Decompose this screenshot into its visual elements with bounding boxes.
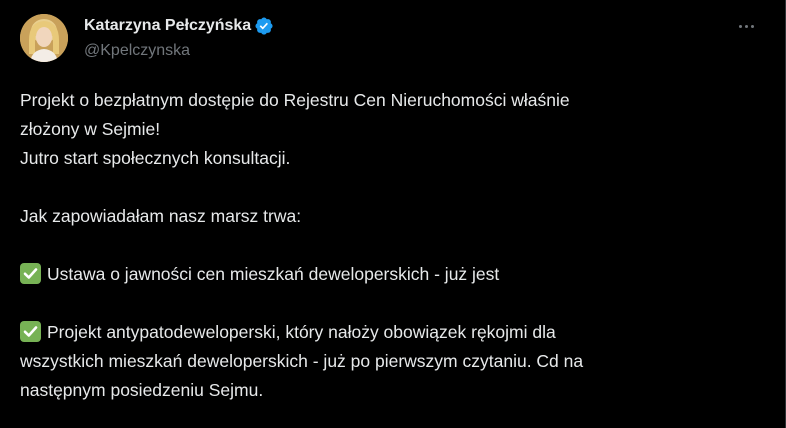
more-options-button[interactable]: [732, 14, 760, 38]
tweet-line: Jutro start społecznych konsultacji.: [20, 148, 291, 168]
checklist-item: Projekt antypatodeweloperski, który nało…: [20, 318, 760, 347]
tweet-line: następnym posiedzeniu Sejmu.: [20, 380, 264, 400]
tweet-text: Projekt o bezpłatnym dostępie do Rejestr…: [20, 86, 760, 405]
tweet-line: złożony w Sejmie!: [20, 119, 161, 139]
more-horizontal-icon: [738, 24, 742, 28]
more-horizontal-icon: [744, 24, 748, 28]
author-display-name[interactable]: Katarzyna Pełczyńska: [84, 17, 251, 35]
check-mark-icon: [20, 321, 41, 342]
checklist-item-text: Ustawa o jawności cen mieszkań deweloper…: [47, 264, 500, 284]
check-mark-icon: [20, 263, 41, 284]
tweet-line: Jak zapowiadałam nasz marsz trwa:: [20, 206, 302, 226]
checklist-item: Ustawa o jawności cen mieszkań deweloper…: [20, 260, 760, 289]
verified-badge-icon: [254, 16, 274, 36]
more-horizontal-icon: [750, 24, 754, 28]
tweet-line: Projekt o bezpłatnym dostępie do Rejestr…: [20, 90, 570, 110]
avatar[interactable]: [20, 14, 68, 62]
author-name-row: Katarzyna Pełczyńska: [84, 15, 274, 37]
tweet-line: wszystkich mieszkań deweloperskich - już…: [20, 351, 584, 371]
checklist-item-text: Projekt antypatodeweloperski, który nało…: [47, 322, 556, 342]
tweet: Katarzyna Pełczyńska @Kpelczynska Projek…: [0, 0, 785, 428]
author-handle[interactable]: @Kpelczynska: [84, 42, 190, 60]
